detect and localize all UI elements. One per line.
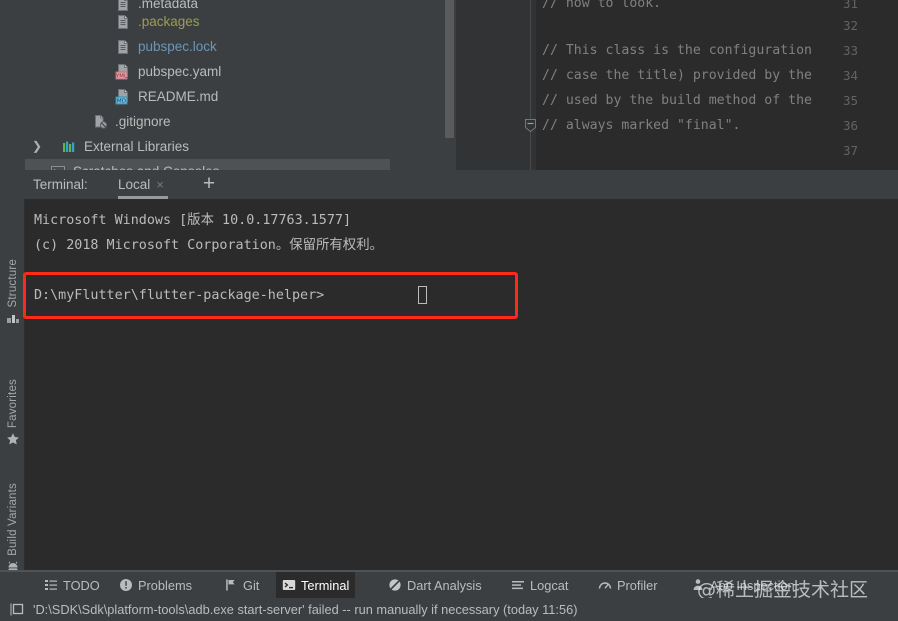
line-number: 32 bbox=[842, 18, 858, 33]
library-icon bbox=[61, 139, 77, 155]
bottom-tab-todo[interactable]: TODO bbox=[38, 572, 106, 598]
add-terminal-tab-icon[interactable]: + bbox=[199, 170, 219, 199]
file-icon bbox=[115, 39, 131, 55]
logcat-icon bbox=[511, 578, 525, 592]
code-line: // how to look. bbox=[542, 0, 662, 11]
editor-gutter[interactable] bbox=[456, 0, 536, 170]
sidebar-tab-build-variants[interactable]: Build Variants bbox=[0, 479, 25, 574]
bottom-tab-label: Profiler bbox=[617, 577, 658, 593]
terminal-header-left-spacer bbox=[0, 170, 25, 199]
tree-item-gitignore[interactable]: .gitignore bbox=[0, 109, 456, 134]
bottom-tab-label: TODO bbox=[63, 577, 100, 593]
svg-text:MD: MD bbox=[117, 98, 126, 104]
git-branch-icon bbox=[224, 578, 238, 592]
tree-item-label: Scratches and Consoles bbox=[73, 159, 219, 170]
line-number: 37 bbox=[842, 143, 858, 158]
tree-item-label: .packages bbox=[138, 14, 200, 29]
tree-item-pubspec-lock[interactable]: pubspec.lock bbox=[0, 34, 456, 59]
tree-item-label: README.md bbox=[138, 89, 219, 104]
star-icon bbox=[6, 432, 20, 446]
close-icon[interactable]: × bbox=[156, 170, 164, 199]
status-bar: 'D:\SDK\Sdk\platform-tools\adb.exe start… bbox=[0, 598, 898, 621]
line-number: 33 bbox=[842, 43, 858, 58]
ide-window: .metadata .packages pubspec.lock YML pub… bbox=[0, 0, 898, 621]
terminal-header-bar: Terminal: Local × + bbox=[0, 170, 898, 199]
bottom-tab-label: Logcat bbox=[530, 577, 569, 593]
sidebar-tab-label: Structure bbox=[6, 259, 19, 308]
code-fold-marker-icon[interactable] bbox=[525, 119, 536, 133]
tree-item-label: External Libraries bbox=[84, 139, 190, 154]
line-number: 36 bbox=[842, 118, 858, 133]
bottom-tab-git[interactable]: Git bbox=[218, 572, 265, 598]
structure-icon bbox=[6, 311, 20, 325]
sidebar-tab-label: Build Variants bbox=[6, 483, 19, 556]
gitignore-file-icon bbox=[92, 114, 108, 130]
file-icon bbox=[115, 14, 131, 30]
inspection-icon bbox=[691, 578, 705, 592]
code-line: // This class is the configuration bbox=[542, 43, 812, 58]
tree-item-pubspec-yaml[interactable]: YML pubspec.yaml bbox=[0, 59, 456, 84]
svg-text:YML: YML bbox=[115, 73, 127, 79]
terminal-prompt: D:\myFlutter\flutter-package-helper> bbox=[34, 288, 325, 303]
profiler-icon bbox=[598, 578, 612, 592]
project-tree-scrollbar[interactable] bbox=[445, 0, 454, 138]
terminal-line: Microsoft Windows [版本 10.0.17763.1577] bbox=[34, 213, 352, 228]
terminal-icon bbox=[282, 578, 296, 592]
bottom-tab-label: Dart Analysis bbox=[407, 577, 482, 593]
sidebar-tab-structure[interactable]: Structure bbox=[0, 255, 25, 325]
dart-icon bbox=[388, 578, 402, 592]
bottom-tool-window-bar: TODO Problems Git Terminal Dart Analysis… bbox=[0, 572, 898, 598]
code-line: // used by the build method of the bbox=[542, 93, 812, 108]
md-file-icon: MD bbox=[115, 88, 131, 105]
fold-guide-line bbox=[530, 0, 531, 170]
tree-item-external-libraries[interactable]: ❯ External Libraries bbox=[0, 134, 456, 159]
tree-item-label: pubspec.lock bbox=[138, 39, 217, 54]
sidebar-tab-favorites[interactable]: Favorites bbox=[0, 375, 25, 446]
bottom-tab-label: Terminal bbox=[301, 577, 350, 593]
terminal-tab-label: Local bbox=[118, 177, 151, 192]
tree-item-label: pubspec.yaml bbox=[138, 64, 222, 79]
bottom-tab-profiler[interactable]: Profiler bbox=[592, 572, 664, 598]
bottom-tab-dart-analysis[interactable]: Dart Analysis bbox=[382, 572, 488, 598]
tree-item-label: .gitignore bbox=[115, 114, 171, 129]
terminal-output-area[interactable]: Microsoft Windows [版本 10.0.17763.1577] (… bbox=[25, 199, 898, 570]
bottom-tab-terminal[interactable]: Terminal bbox=[276, 572, 356, 598]
top-area: .metadata .packages pubspec.lock YML pub… bbox=[0, 0, 898, 170]
line-number: 34 bbox=[842, 68, 858, 83]
terminal-line: (c) 2018 Microsoft Corporation。保留所有权利。 bbox=[34, 238, 383, 253]
bottom-tab-problems[interactable]: Problems bbox=[113, 572, 198, 598]
bottom-tab-logcat[interactable]: Logcat bbox=[505, 572, 574, 598]
code-line: // always marked "final". bbox=[542, 118, 741, 133]
yml-file-icon: YML bbox=[115, 63, 131, 80]
todo-list-icon bbox=[44, 578, 58, 592]
bottom-tab-label: Git bbox=[243, 577, 260, 593]
terminal-title-label: Terminal: bbox=[33, 177, 88, 192]
sidebar-tab-label: Favorites bbox=[6, 379, 19, 429]
warning-circle-icon bbox=[119, 578, 133, 592]
bottom-tab-app-inspection[interactable]: App Inspection bbox=[685, 572, 801, 598]
terminal-square-icon bbox=[10, 603, 24, 616]
tree-item-readme[interactable]: MD README.md bbox=[0, 84, 456, 109]
code-editor-panel[interactable]: 31 32 33 34 35 36 37 // how to look. // … bbox=[456, 0, 898, 170]
terminal-cursor bbox=[418, 286, 427, 304]
status-bar-message: 'D:\SDK\Sdk\platform-tools\adb.exe start… bbox=[33, 602, 578, 617]
code-line: // case the title) provided by the bbox=[542, 68, 812, 83]
bottom-tab-label: App Inspection bbox=[710, 577, 795, 593]
bottom-tab-label: Problems bbox=[138, 577, 193, 593]
line-number: 35 bbox=[842, 93, 858, 108]
left-tool-window-bar: Structure Favorites Build Variants bbox=[0, 199, 25, 572]
tree-item-scratches-and-consoles[interactable]: Scratches and Consoles bbox=[25, 159, 390, 170]
project-tree-panel[interactable]: .metadata .packages pubspec.lock YML pub… bbox=[0, 0, 456, 170]
chevron-right-icon[interactable]: ❯ bbox=[32, 134, 44, 159]
tree-item-packages[interactable]: .packages bbox=[0, 9, 456, 34]
terminal-tab-local[interactable]: Local × bbox=[118, 170, 164, 199]
